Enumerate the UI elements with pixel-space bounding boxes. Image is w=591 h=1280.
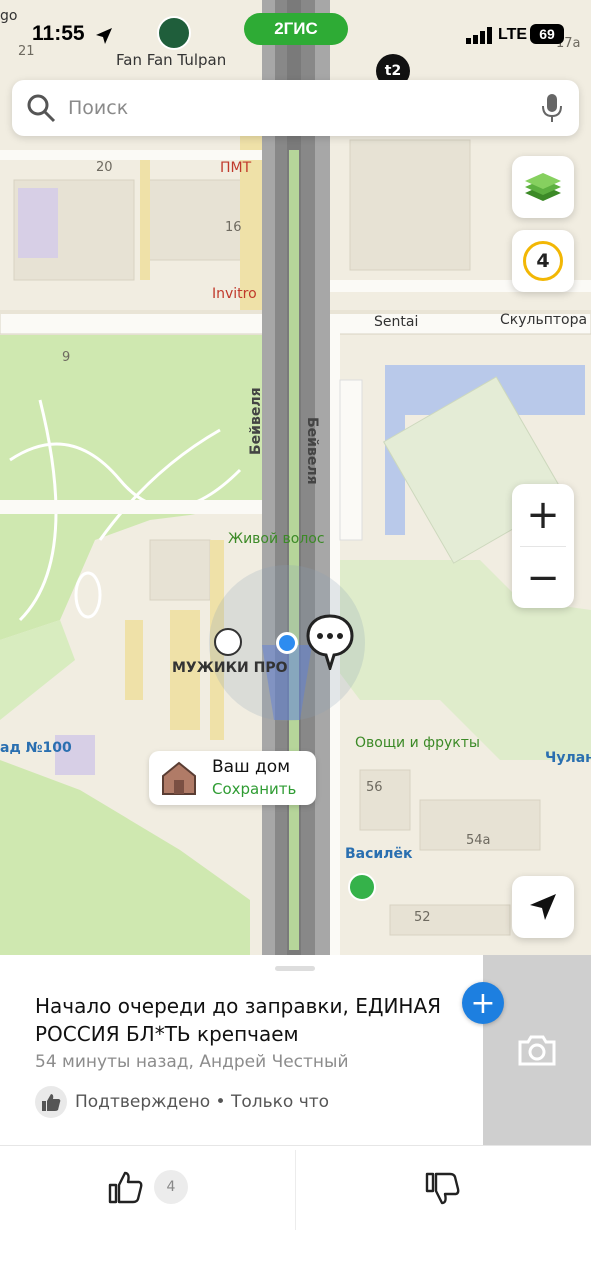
location-dot-icon (276, 632, 298, 654)
app-pill[interactable]: 2ГИС (244, 13, 348, 45)
signal-bars-icon (466, 27, 492, 44)
vote-divider (295, 1150, 296, 1230)
like-count: 4 (154, 1170, 188, 1204)
status-time: 11:55 (32, 22, 85, 45)
search-icon (27, 94, 56, 123)
zoom-in-button[interactable]: + (512, 484, 574, 546)
confirmation-row: Подтверждено • Только что (35, 1086, 329, 1118)
confirmation-icon (35, 1086, 67, 1118)
thumbs-up-icon (108, 1171, 143, 1204)
place-label-chulan[interactable]: Чулан (545, 750, 591, 766)
place-label-zhivoy-volos[interactable]: Живой волос (228, 531, 325, 547)
add-photo-button[interactable] (483, 955, 591, 1145)
navigation-arrow-icon (530, 894, 556, 920)
street-label-skulptora: Скульптора (500, 312, 588, 328)
map-canvas[interactable] (0, 0, 591, 960)
locate-me-button[interactable] (512, 876, 574, 938)
place-label-invitro[interactable]: Invitro (212, 286, 257, 302)
place-label-sad-100[interactable]: ад №100 (0, 740, 72, 756)
thumbs-down-icon (425, 1172, 460, 1205)
house-number-label: 16 (225, 220, 242, 235)
network-label: LTE (498, 26, 528, 43)
place-label-sentai[interactable]: Sentai (374, 314, 418, 330)
minus-icon: − (526, 555, 560, 601)
place-label-vasilek[interactable]: Василёк (345, 846, 412, 862)
house-number-label: 54а (466, 833, 491, 848)
mic-icon[interactable] (541, 92, 563, 124)
chat-bubble-icon[interactable] (306, 614, 354, 670)
camera-icon (518, 1035, 556, 1066)
place-label-ovoshchi[interactable]: Овощи и фрукты (355, 735, 480, 751)
location-arrow-icon (96, 28, 112, 44)
home-save-card[interactable]: Ваш дом Сохранить (149, 751, 316, 805)
battery-indicator: 69 (530, 24, 564, 44)
layers-button[interactable] (512, 156, 574, 218)
map-view[interactable]: go 21 17a 20 16 9 56 54а 52 Fan Fan Tulp… (0, 0, 591, 960)
house-number-label: 52 (414, 910, 431, 925)
event-title: Начало очереди до заправки, ЕДИНАЯ РОССИ… (35, 994, 442, 1046)
plus-icon: + (526, 492, 560, 538)
pharmacy-poi-icon[interactable] (348, 873, 376, 901)
zoom-out-button[interactable]: − (512, 547, 574, 609)
muzhiki-poi-icon[interactable] (214, 628, 242, 656)
traffic-level: 4 (536, 250, 550, 272)
place-label-muzhiki-pro[interactable]: МУЖИКИ ПРО (172, 660, 288, 676)
house-number-label: 9 (62, 350, 71, 365)
status-bar: 11:55 2ГИС LTE 69 (0, 0, 591, 70)
house-number-label: 20 (96, 160, 113, 175)
search-bar[interactable]: Поиск (12, 80, 579, 136)
house-icon (162, 761, 196, 795)
like-button[interactable]: 4 (108, 1170, 188, 1204)
traffic-level-badge: 4 (523, 241, 563, 281)
sheet-divider (0, 1145, 591, 1146)
app-pill-label: 2ГИС (274, 19, 318, 38)
traffic-button[interactable]: 4 (512, 230, 574, 292)
sheet-grabber[interactable] (275, 966, 315, 971)
search-input[interactable]: Поиск (68, 97, 541, 119)
save-home-button[interactable]: Сохранить (212, 780, 296, 798)
home-card-title: Ваш дом (212, 757, 291, 777)
confirmation-text: Подтверждено • Только что (75, 1092, 330, 1112)
add-button[interactable]: + (462, 982, 504, 1024)
zoom-controls: + − (512, 484, 574, 608)
dislike-button[interactable] (425, 1172, 461, 1210)
place-label-pmt[interactable]: ПМТ (220, 160, 251, 176)
event-meta: 54 минуты назад, Андрей Честный (35, 1052, 349, 1072)
street-label-beyvelya-right: Бейвеля (304, 417, 320, 485)
house-number-label: 56 (366, 780, 383, 795)
street-label-beyvelya-left: Бейвеля (248, 387, 264, 455)
layers-icon (525, 173, 561, 201)
thumbs-up-icon (42, 1094, 61, 1111)
